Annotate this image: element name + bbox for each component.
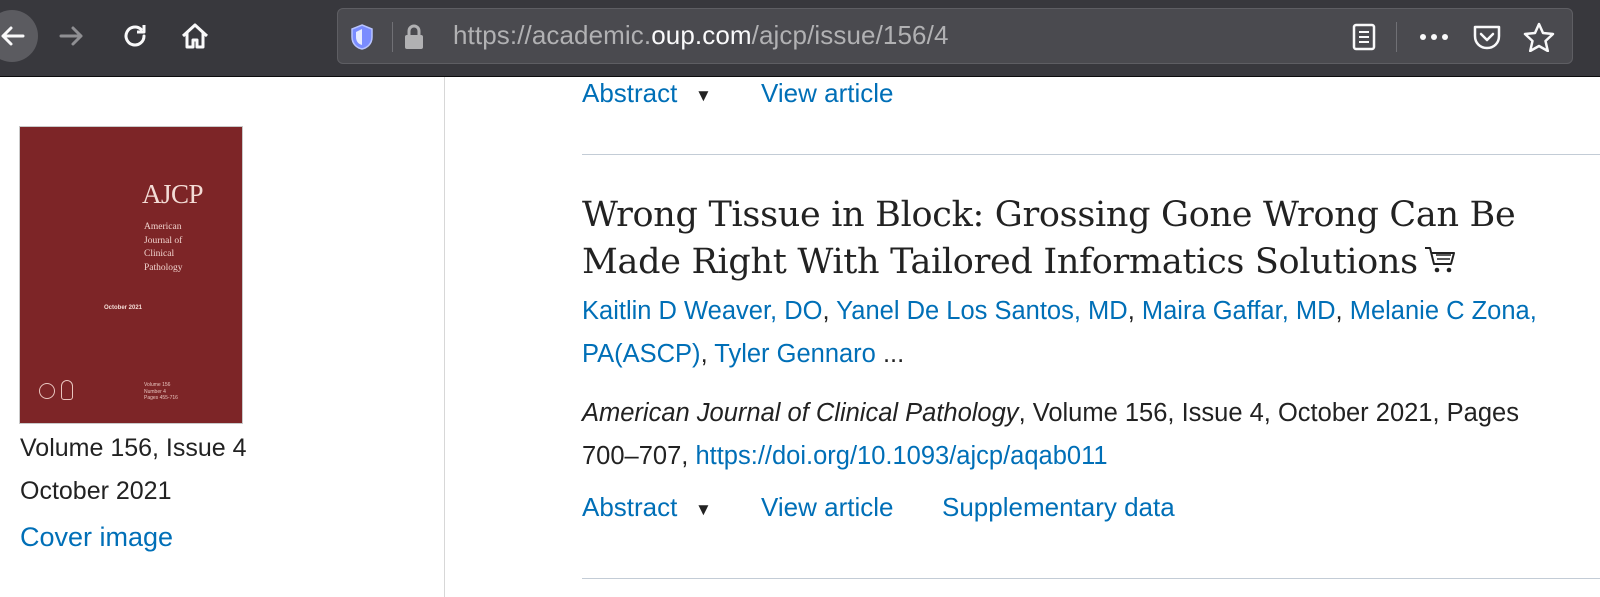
page-actions-menu-icon[interactable] [1418, 21, 1450, 53]
authors-more[interactable]: ... [883, 340, 904, 368]
abstract-toggle[interactable]: Abstract [582, 492, 677, 523]
society-logo-icon [39, 383, 55, 399]
forward-arrow-icon [59, 26, 83, 46]
column-divider [444, 77, 445, 597]
cover-volume-info: Volume 156 Number 4 Pages 455-716 [144, 382, 178, 401]
cart-icon[interactable] [1424, 241, 1458, 288]
bookmark-star-icon[interactable] [1523, 21, 1555, 53]
back-button[interactable] [0, 10, 38, 62]
issue-date: October 2021 [20, 477, 172, 505]
url-bar[interactable]: https://academic.oup.com/ajcp/issue/156/… [337, 8, 1573, 64]
pocket-icon[interactable] [1471, 21, 1503, 53]
author-list: Kaitlin D Weaver, DO, Yanel De Los Santo… [582, 297, 1537, 368]
reader-view-icon[interactable] [1348, 21, 1380, 53]
url-prefix: https://academic. [453, 20, 652, 50]
journal-name: American Journal of Clinical Pathology [582, 399, 1019, 427]
tracking-protection-shield-icon[interactable] [346, 21, 378, 53]
back-arrow-icon [1, 26, 25, 46]
home-button[interactable] [171, 12, 219, 60]
doi-link[interactable]: https://doi.org/10.1093/ajcp/aqab011 [695, 442, 1107, 470]
article-divider [582, 154, 1600, 155]
supplementary-data-link[interactable]: Supplementary data [942, 492, 1175, 523]
browser-toolbar: https://academic.oup.com/ajcp/issue/156/… [0, 0, 1600, 77]
url-host: oup.com [651, 20, 752, 50]
reload-icon [124, 25, 146, 47]
caduceus-logo-icon [61, 380, 73, 400]
author-link[interactable]: Maira Gaffar, MD [1142, 297, 1336, 325]
url-text[interactable]: https://academic.oup.com/ajcp/issue/156/… [453, 20, 949, 51]
prev-view-article-link[interactable]: View article [761, 78, 893, 109]
article-title[interactable]: Wrong Tissue in Block: Grossing Gone Wro… [582, 192, 1600, 288]
prev-abstract-toggle[interactable]: Abstract [582, 78, 677, 109]
issue-sidebar: AJCP American Journal of Clinical Pathol… [0, 77, 444, 597]
citation: American Journal of Clinical Pathology, … [582, 392, 1582, 478]
cover-subtitle: American Journal of Clinical Pathology [144, 222, 183, 273]
cover-date: October 2021 [104, 305, 143, 311]
lock-icon[interactable] [398, 21, 430, 53]
cover-thumbnail[interactable]: AJCP American Journal of Clinical Pathol… [19, 126, 243, 424]
prev-abstract-triangle-icon[interactable]: ▼ [695, 86, 712, 106]
cover-image-link[interactable]: Cover image [20, 522, 173, 553]
url-separator-2 [1396, 22, 1397, 52]
article-divider-bottom [582, 578, 1600, 579]
cover-title: AJCP [142, 179, 204, 209]
view-article-link[interactable]: View article [761, 492, 893, 523]
url-path: /ajcp/issue/156/4 [751, 20, 949, 50]
author-link[interactable]: Yanel De Los Santos, MD [836, 297, 1128, 325]
author-link[interactable]: Kaitlin D Weaver, DO [582, 297, 822, 325]
url-separator [392, 22, 393, 52]
volume-issue: Volume 156, Issue 4 [20, 434, 247, 462]
reload-button[interactable] [111, 12, 159, 60]
abstract-triangle-icon[interactable]: ▼ [695, 500, 712, 520]
home-icon [181, 23, 209, 49]
forward-button[interactable] [48, 12, 96, 60]
author-link[interactable]: Tyler Gennaro [714, 340, 876, 368]
